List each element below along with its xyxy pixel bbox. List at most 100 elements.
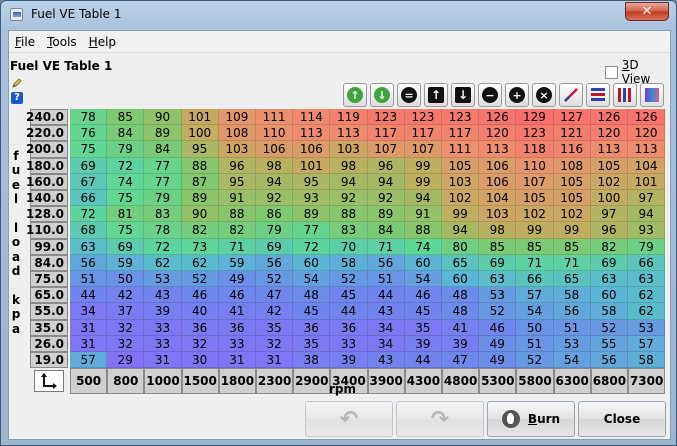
ve-table-cell[interactable]: 56: [367, 254, 405, 271]
ve-table-cell[interactable]: 121: [553, 125, 591, 142]
window-close-button[interactable]: ✕: [625, 2, 669, 21]
ve-table-cell[interactable]: 82: [218, 222, 256, 239]
ve-table-cell[interactable]: 126: [590, 109, 628, 126]
ve-table-cell[interactable]: 88: [330, 206, 368, 223]
ve-table-cell[interactable]: 63: [479, 271, 517, 288]
ve-table-cell[interactable]: 108: [218, 125, 256, 142]
decrement-green-button[interactable]: ↓: [370, 83, 394, 107]
ve-table-cell[interactable]: 87: [181, 173, 219, 190]
ve-table-cell[interactable]: 97: [628, 190, 666, 207]
ve-table-cell[interactable]: 46: [181, 287, 219, 304]
ve-table-cell[interactable]: 70: [330, 238, 368, 255]
ve-table-cell[interactable]: 80: [442, 238, 480, 255]
ve-table-cell[interactable]: 100: [181, 125, 219, 142]
ve-table-cell[interactable]: 104: [479, 190, 517, 207]
multiply-button[interactable]: ×: [532, 83, 556, 107]
ve-table-cell[interactable]: 89: [367, 206, 405, 223]
ve-table-cell[interactable]: 92: [367, 190, 405, 207]
ve-table-cell[interactable]: 107: [367, 141, 405, 158]
ve-table-cell[interactable]: 91: [404, 206, 442, 223]
ve-table-cell[interactable]: 36: [330, 319, 368, 336]
ve-table-cell[interactable]: 42: [107, 287, 145, 304]
ve-table-cell[interactable]: 105: [590, 157, 628, 174]
ve-table-cell[interactable]: 44: [70, 287, 108, 304]
color-gradient-button[interactable]: [640, 83, 664, 107]
menu-file[interactable]: File: [9, 32, 41, 52]
ve-table-cell[interactable]: 94: [442, 222, 480, 239]
ve-table-cell[interactable]: 31: [144, 352, 182, 369]
ve-table-cell[interactable]: 93: [628, 222, 666, 239]
ve-table-cell[interactable]: 65: [442, 254, 480, 271]
ve-table-cell[interactable]: 66: [516, 271, 554, 288]
ve-table-cell[interactable]: 108: [553, 157, 591, 174]
ve-table-cell[interactable]: 85: [553, 238, 591, 255]
ve-table-cell[interactable]: 113: [590, 141, 628, 158]
y-bin-cell[interactable]: 84.0: [30, 254, 68, 271]
ve-table-cell[interactable]: 126: [628, 109, 666, 126]
ve-table-cell[interactable]: 52: [330, 271, 368, 288]
ve-table-cell[interactable]: 45: [404, 303, 442, 320]
close-button[interactable]: Close: [578, 401, 666, 437]
ve-table-cell[interactable]: 36: [293, 319, 331, 336]
ve-table-cell[interactable]: 88: [181, 157, 219, 174]
ve-table-cell[interactable]: 117: [367, 125, 405, 142]
minus-button[interactable]: −: [478, 83, 502, 107]
ve-table-cell[interactable]: 77: [144, 173, 182, 190]
ve-table-cell[interactable]: 63: [628, 271, 666, 288]
ve-table-cell[interactable]: 71: [516, 254, 554, 271]
ve-table-cell[interactable]: 117: [404, 125, 442, 142]
ve-table-cell[interactable]: 99: [404, 157, 442, 174]
ve-table-cell[interactable]: 98: [330, 157, 368, 174]
ve-table-cell[interactable]: 47: [442, 352, 480, 369]
ve-table-cell[interactable]: 34: [367, 335, 405, 352]
ve-table-cell[interactable]: 58: [553, 287, 591, 304]
y-bin-cell[interactable]: 65.0: [30, 287, 68, 304]
ve-table-cell[interactable]: 75: [107, 222, 145, 239]
plus-button[interactable]: +: [505, 83, 529, 107]
ve-table-cell[interactable]: 52: [590, 319, 628, 336]
ve-table-cell[interactable]: 82: [181, 222, 219, 239]
ve-table-cell[interactable]: 49: [479, 335, 517, 352]
ve-table-cell[interactable]: 55: [590, 335, 628, 352]
ve-table-cell[interactable]: 36: [181, 319, 219, 336]
ve-table-cell[interactable]: 34: [70, 303, 108, 320]
x-bin-cell[interactable]: 1500: [181, 368, 219, 395]
ve-table-cell[interactable]: 107: [404, 141, 442, 158]
ve-table-cell[interactable]: 77: [293, 222, 331, 239]
ve-table-cell[interactable]: 48: [442, 303, 480, 320]
ve-table-cell[interactable]: 110: [516, 157, 554, 174]
ve-table-cell[interactable]: 84: [144, 141, 182, 158]
ve-table-cell[interactable]: 78: [70, 109, 108, 126]
ve-table-cell[interactable]: 31: [70, 319, 108, 336]
y-bin-cell[interactable]: 128.0: [26, 206, 68, 223]
ve-table-cell[interactable]: 51: [553, 319, 591, 336]
ve-table-cell[interactable]: 88: [218, 206, 256, 223]
ve-table-cell[interactable]: 83: [144, 206, 182, 223]
ve-table-cell[interactable]: 105: [442, 157, 480, 174]
y-bin-cell[interactable]: 26.0: [30, 335, 68, 352]
ve-table-cell[interactable]: 52: [479, 303, 517, 320]
y-bin-cell[interactable]: 220.0: [26, 125, 68, 142]
ve-table-cell[interactable]: 63: [70, 238, 108, 255]
y-bin-cell[interactable]: 200.0: [26, 141, 68, 158]
undo-button[interactable]: ↶: [305, 401, 393, 437]
ve-table-cell[interactable]: 96: [367, 157, 405, 174]
set-equal-button[interactable]: =: [397, 83, 421, 107]
y-bin-cell[interactable]: 99.0: [30, 238, 68, 255]
edit-pencil-icon[interactable]: [11, 77, 23, 89]
ve-table-cell[interactable]: 81: [107, 206, 145, 223]
help-icon[interactable]: ?: [11, 92, 23, 104]
ve-table-cell[interactable]: 46: [218, 287, 256, 304]
y-bin-cell[interactable]: 19.0: [30, 352, 68, 369]
y-bin-cell[interactable]: 110.0: [26, 222, 68, 239]
ve-table-cell[interactable]: 53: [144, 271, 182, 288]
ve-table-cell[interactable]: 85: [516, 238, 554, 255]
ve-table-cell[interactable]: 113: [479, 141, 517, 158]
ve-table-cell[interactable]: 62: [628, 303, 666, 320]
ve-table-cell[interactable]: 32: [256, 335, 294, 352]
ve-table-cell[interactable]: 129: [516, 109, 554, 126]
ve-table-cell[interactable]: 58: [628, 352, 666, 369]
ve-table-cell[interactable]: 69: [107, 238, 145, 255]
ve-table-cell[interactable]: 79: [107, 141, 145, 158]
ve-table-cell[interactable]: 45: [330, 287, 368, 304]
